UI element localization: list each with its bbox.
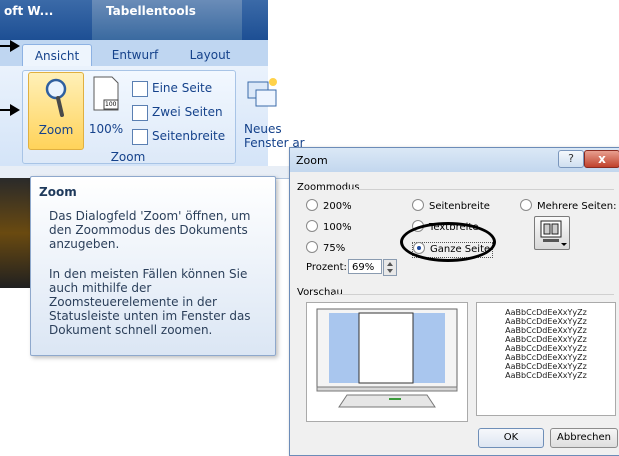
page-preview [306,302,468,422]
text-preview: AaBbCcDdEeXxYyZz AaBbCcDdEeXxYyZz AaBbCc… [476,302,616,416]
help-button[interactable]: ? [558,150,584,168]
context-tab-header: Tabellentools [92,0,242,40]
monitor-preview-icon [316,308,458,408]
dialog-titlebar[interactable]: Zoom ? x [290,148,619,172]
annotation-arrow-icon [0,40,20,52]
tab-layout[interactable]: Layout [180,44,240,66]
vorschau-label: Vorschau [297,287,343,298]
radio-75[interactable]: 75% [306,241,345,256]
zoom-button[interactable]: Zoom [28,72,84,150]
radio-100[interactable]: 100% [306,220,352,235]
zoom-button-label: Zoom [38,123,74,137]
zoom-tooltip: Zoom Das Dialogfeld 'Zoom' öffnen, um de… [30,176,276,356]
close-button[interactable]: x [584,150,619,168]
spinner-arrows-icon [387,262,393,273]
zoom-100-button[interactable]: 100 100% [86,72,126,148]
page-width-label: Seitenbreite [152,129,226,143]
radio-200[interactable]: 200% [306,199,352,214]
group-divider [334,294,614,295]
tab-ansicht[interactable]: Ansicht [22,44,92,67]
monitor-pages-icon [540,220,567,246]
prozent-input[interactable]: 69% [348,259,382,274]
page-100-icon-text: 100 [105,101,117,108]
radio-circle [520,199,532,211]
sample-text-line: AaBbCcDdEeXxYyZz [505,326,587,335]
dialog-title: Zoom [296,154,328,167]
annotation-ellipse [400,222,496,262]
multiple-pages-dropdown[interactable] [534,216,570,250]
one-page-icon [132,80,148,97]
radio-circle [412,199,424,211]
sample-text-line: AaBbCcDdEeXxYyZz [505,317,587,326]
two-pages-label: Zwei Seiten [152,105,223,119]
zoom-group-label: Zoom [110,150,146,164]
sample-text-line: AaBbCcDdEeXxYyZz [505,335,587,344]
magnifier-icon [45,78,67,117]
tab-entwurf[interactable]: Entwurf [100,44,170,66]
radio-mehrere-seiten[interactable]: Mehrere Seiten: [520,199,616,214]
one-page-button[interactable]: Eine Seite [132,78,212,98]
zoom-100-label: 100% [88,122,124,136]
page-width-button[interactable]: Seitenbreite [132,126,225,146]
cancel-button[interactable]: Abbrechen [550,428,618,448]
sample-text-line: AaBbCcDdEeXxYyZz [505,353,587,362]
new-window-label: Neues Fenster ar [244,122,305,150]
prozent-label: Prozent: [306,262,347,273]
context-tab-label: Tabellentools [106,4,196,18]
one-page-label: Eine Seite [152,81,213,95]
group-divider [344,189,614,190]
sample-text-line: AaBbCcDdEeXxYyZz [505,362,587,371]
page-width-icon [132,128,148,145]
sample-text-line: AaBbCcDdEeXxYyZz [505,344,587,353]
radio-seitenbreite[interactable]: Seitenbreite [412,199,490,214]
zoommodus-label: Zoommodus [297,182,360,193]
sample-text-line: AaBbCcDdEeXxYyZz [505,371,587,380]
tooltip-hint: In den meisten Fällen können Sie auch mi… [49,267,251,337]
tooltip-title: Zoom [39,185,77,199]
window-title: oft W... [4,4,54,18]
zoom-dialog: Zoom ? x Zoommodus 200% 100% 75% Seitenb… [289,147,619,456]
tooltip-description: Das Dialogfeld 'Zoom' öffnen, um den Zoo… [49,209,251,251]
radio-circle [306,199,318,211]
two-pages-button[interactable]: Zwei Seiten [132,102,223,122]
new-window-icon [247,78,277,107]
two-pages-icon [132,104,148,121]
ok-button[interactable]: OK [478,428,544,448]
radio-circle [306,241,318,253]
sample-text-line: AaBbCcDdEeXxYyZz [505,308,587,317]
document-background [0,178,30,288]
prozent-spinner[interactable] [383,259,397,276]
new-window-button[interactable]: Neues Fenster ar [238,72,305,152]
annotation-arrow-icon [0,104,20,116]
radio-circle [306,220,318,232]
